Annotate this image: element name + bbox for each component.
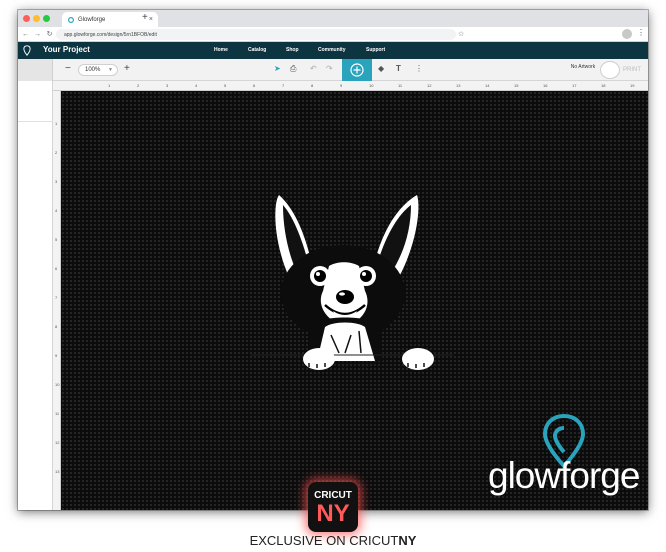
zoom-in-button[interactable]: + [124, 63, 130, 74]
browser-toolbar: ← → ↻ app.glowforge.com/design/5rn1BFOB/… [18, 27, 648, 42]
browser-window: Glowforge × + ← → ↻ app.glowforge.com/de… [18, 10, 648, 510]
ruler-tick-label: 3 [166, 83, 169, 88]
print-button[interactable] [600, 61, 620, 79]
ruler-tick-label: 3 [55, 179, 58, 184]
ruler-tick-label: 16 [543, 83, 548, 88]
ruler-tick-label: 7 [282, 83, 285, 88]
ruler-tick-label: 15 [514, 83, 519, 88]
ruler-tick-label: 2 [55, 150, 58, 155]
exclusive-prefix: EXCLUSIVE ON CRICUT [249, 533, 399, 548]
ruler-tick-label: 12 [427, 83, 432, 88]
left-side-panel [18, 81, 53, 510]
add-artwork-button[interactable] [342, 59, 372, 81]
horizontal-ruler: 1234567891011121314151617181920 [53, 81, 648, 91]
screenshot-stage: Glowforge × + ← → ↻ app.glowforge.com/de… [0, 0, 666, 552]
tab-title: Glowforge [78, 16, 106, 23]
undo-icon[interactable]: ↶ [310, 64, 317, 73]
ruler-tick-label: 11 [55, 411, 60, 416]
nav-link-home[interactable]: Home [214, 47, 228, 53]
new-tab-button[interactable]: + [142, 12, 148, 23]
ruler-tick-label: 4 [55, 208, 58, 213]
reload-icon[interactable]: ↻ [45, 30, 54, 38]
ruler-tick-label: 19 [630, 83, 635, 88]
editor-toolbar: − 100% ▼ + ➤ ⎙ ↶ ↷ ◆ T ⋮ No Artwork PRIN… [18, 59, 648, 81]
nav-link-catalog[interactable]: Catalog [248, 47, 266, 53]
ruler-tick-label: 10 [369, 83, 374, 88]
exclusive-suffix: NY [398, 533, 417, 548]
address-bar[interactable]: app.glowforge.com/design/5rn1BFOB/edit ☆ [56, 29, 464, 40]
back-arrow-icon[interactable]: ← [21, 31, 30, 38]
profile-avatar[interactable] [622, 29, 632, 39]
ruler-tick-label: 13 [456, 83, 461, 88]
ruler-tick-label: 8 [55, 324, 58, 329]
project-title[interactable]: Your Project [43, 45, 90, 54]
ruler-tick-label: 6 [55, 266, 58, 271]
badge-bottom-text: NY [316, 500, 350, 527]
panel-divider [18, 121, 53, 122]
redo-icon[interactable]: ↷ [326, 64, 333, 73]
glowforge-nav-logo-icon[interactable] [23, 45, 31, 56]
nav-link-shop[interactable]: Shop [286, 47, 299, 53]
close-window-dot[interactable] [23, 15, 30, 22]
minimize-window-dot[interactable] [33, 15, 40, 22]
ruler-tick-label: 18 [601, 83, 606, 88]
ruler-tick-label: 7 [55, 295, 58, 300]
ruler-tick-label: 13 [55, 469, 60, 474]
ruler-tick-label: 4 [195, 83, 198, 88]
ruler-tick-label: 2 [137, 83, 140, 88]
browser-menu-icon[interactable]: ⋮ [637, 28, 645, 37]
vertical-ruler: 1 2 3 4 5 6 7 8 9 10 11 12 13 [53, 91, 61, 510]
text-tool-icon[interactable]: T [396, 64, 401, 73]
ruler-tick-label: 17 [572, 83, 577, 88]
zoom-select[interactable]: 100% ▼ [78, 64, 118, 76]
more-options-icon[interactable]: ⋮ [415, 64, 423, 73]
zoom-out-button[interactable]: − [65, 63, 71, 74]
ruler-tick-label: 9 [340, 83, 343, 88]
nav-link-support[interactable]: Support [366, 47, 385, 53]
ruler-tick-label: 1 [108, 83, 111, 88]
shapes-icon[interactable]: ◆ [378, 64, 384, 73]
url-text: app.glowforge.com/design/5rn1BFOB/edit [64, 31, 157, 38]
no-artwork-label: No Artwork [570, 64, 596, 70]
ruler-tick-label: 9 [55, 353, 58, 358]
ruler-tick-label: 12 [55, 440, 60, 445]
nav-link-community[interactable]: Community [318, 47, 346, 53]
forward-arrow-icon[interactable]: → [33, 31, 42, 38]
glowforge-wordmark: glowforge [488, 455, 640, 496]
ruler-tick-label: 1 [55, 121, 58, 126]
tab-close-icon[interactable]: × [149, 16, 153, 23]
ruler-tick-label: 6 [253, 83, 256, 88]
chevron-down-icon: ▼ [108, 67, 113, 73]
print-label: PRINT [623, 67, 641, 73]
toolbar-left-panel [18, 59, 53, 81]
app-nav-bar: Your Project Home Catalog Shop Community… [18, 42, 648, 59]
ruler-tick-label: 5 [224, 83, 227, 88]
add-circle-icon [350, 63, 364, 77]
zoom-value: 100% [85, 67, 101, 73]
print-preview-icon[interactable]: ⎙ [290, 64, 296, 74]
ruler-tick-label: 10 [55, 382, 60, 387]
cricut-ny-badge: CRICUT NY [308, 482, 358, 532]
ruler-tick-label: 8 [311, 83, 314, 88]
bookmark-star-icon[interactable]: ☆ [458, 30, 464, 38]
ruler-tick-label: 5 [55, 237, 58, 242]
select-pointer-icon[interactable]: ➤ [274, 64, 281, 73]
glowforge-favicon-icon [68, 16, 74, 23]
maximize-window-dot[interactable] [43, 15, 50, 22]
browser-tab-bar: Glowforge × + [18, 10, 648, 27]
ruler-tick-label: 14 [485, 83, 490, 88]
ruler-tick-label: 11 [398, 83, 403, 88]
exclusive-caption: EXCLUSIVE ON CRICUTNY [0, 533, 666, 548]
